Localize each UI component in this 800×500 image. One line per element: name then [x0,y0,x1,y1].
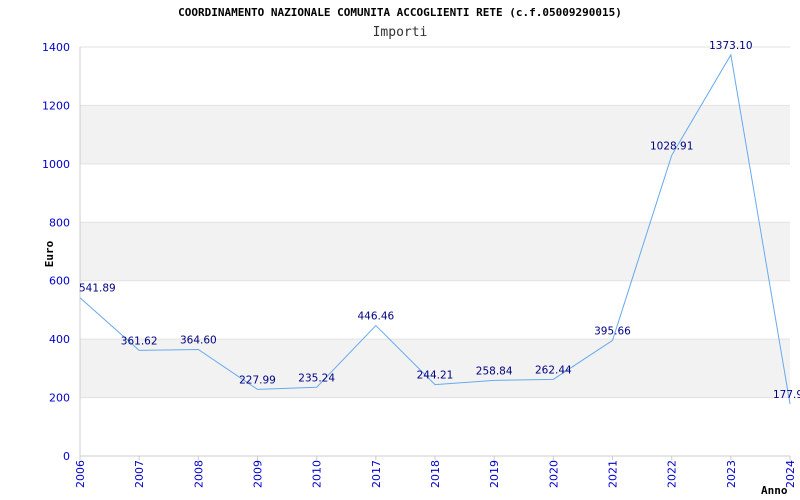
y-tick-label: 1400 [42,41,70,54]
x-tick-label: 2018 [429,460,442,488]
x-axis-ticks: 2006 2007 2008 2009 2010 2017 2018 2019 2020 2021… [74,456,797,488]
data-label: 244.21 [417,370,454,382]
y-tick-label: 200 [49,392,70,405]
x-tick-label: 2010 [311,460,324,488]
x-tick-label: 2017 [370,460,383,488]
data-label: 395.66 [594,325,631,337]
data-label: 541.89 [79,283,116,295]
y-axis-label: Euro [43,240,56,267]
x-tick-label: 2006 [74,460,87,488]
x-tick-label: 2009 [252,460,265,488]
x-axis-label: Anno [761,484,788,497]
data-label: 361.62 [121,335,158,347]
y-tick-label: 400 [49,333,70,346]
x-tick-label: 2023 [725,460,738,488]
data-label: 364.60 [180,334,217,346]
grid-band [80,222,790,281]
line-chart: 0200400600800100012001400 2006 2007 2008 20… [42,40,800,497]
data-label: 262.44 [535,364,572,376]
data-label: 1373.10 [709,40,752,52]
data-label: 227.99 [239,374,276,386]
y-tick-label: 1000 [42,158,70,171]
y-tick-label: 800 [49,216,70,229]
x-tick-label: 2008 [192,460,205,488]
x-tick-label: 2022 [666,460,679,488]
data-label: 1028.91 [650,140,693,152]
data-label: 446.46 [357,311,394,323]
grid-band [80,339,790,398]
x-tick-label: 2020 [547,460,560,488]
data-label: 177.93 [773,389,800,401]
y-tick-label: 0 [63,450,70,463]
x-tick-label: 2019 [488,460,501,488]
x-tick-label: 2021 [607,460,620,488]
data-label: 235.24 [298,372,335,384]
y-tick-label: 1200 [42,99,70,112]
data-label: 258.84 [476,365,513,377]
y-tick-label: 600 [49,275,70,288]
x-tick-label: 2007 [133,460,146,488]
